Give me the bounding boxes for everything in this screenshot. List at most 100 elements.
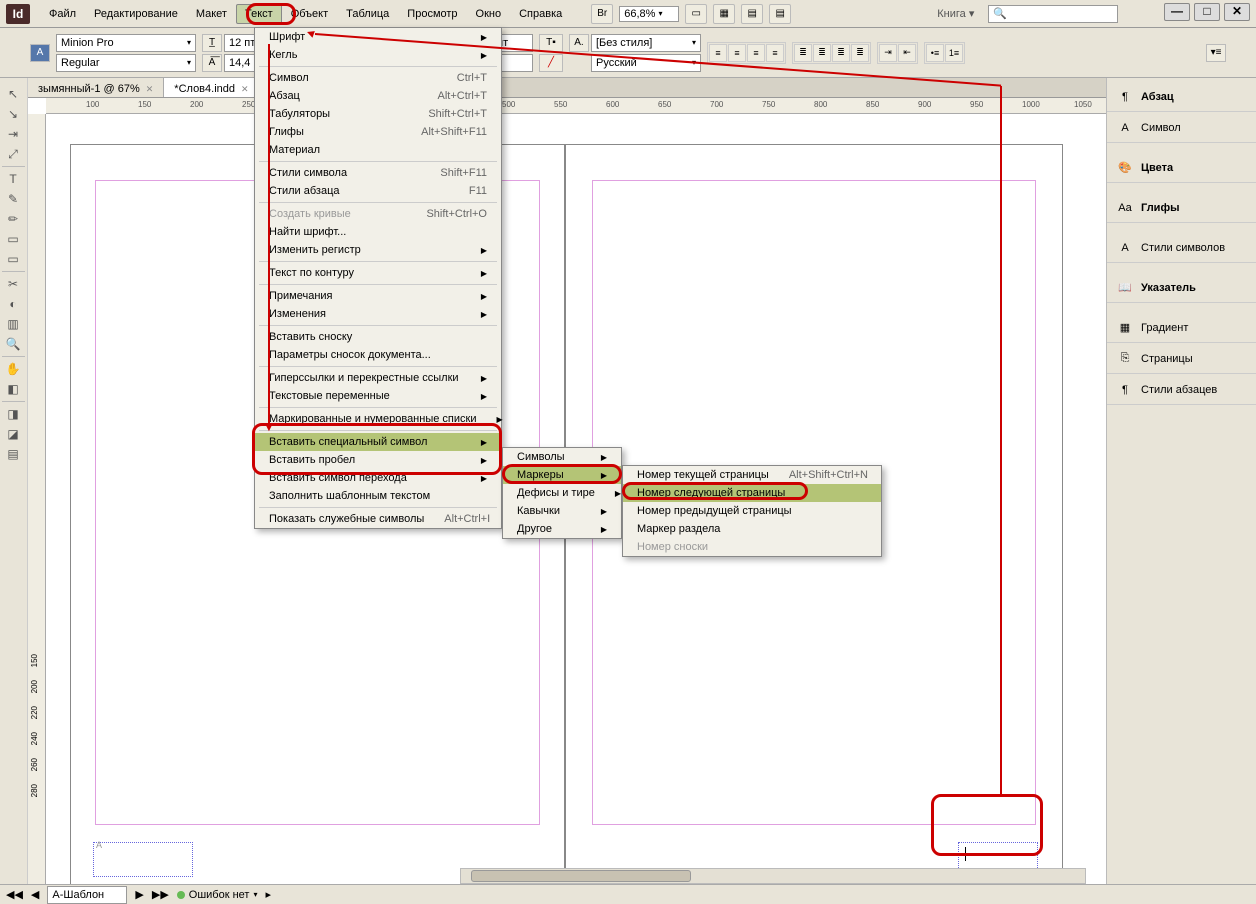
menu-item[interactable]: Символы▶ [503,448,621,466]
screen-mode-icon[interactable]: ▭ [685,4,707,24]
menu-текст[interactable]: Текст [236,4,282,24]
menu-файл[interactable]: Файл [40,4,85,24]
fill-icon[interactable]: T▪ [539,34,563,52]
menu-item[interactable]: Материал [255,141,501,159]
menu-item[interactable]: Номер текущей страницыAlt+Shift+Ctrl+N [623,466,881,484]
page-select[interactable]: А-Шаблон [47,886,127,904]
maximize-button[interactable]: □ [1194,3,1220,21]
panel-Абзац[interactable]: ¶Абзац [1107,82,1256,112]
menu-item[interactable]: Вставить сноску [255,328,501,346]
language-select[interactable]: Русский▾ [591,54,701,72]
menu-item[interactable]: АбзацAlt+Ctrl+T [255,87,501,105]
menu-объект[interactable]: Объект [282,4,337,24]
menu-item[interactable]: Параметры сносок документа... [255,346,501,364]
justify-buttons[interactable]: ≣≣≣≣ [792,42,871,64]
close-icon[interactable]: ✕ [146,84,154,95]
menu-item[interactable]: Изменить регистр▶ [255,241,501,259]
panel-Стили абзацев[interactable]: ¶Стили абзацев [1107,375,1256,405]
stroke-icon[interactable]: ╱ [539,54,563,72]
tool-button[interactable]: ⇥ [2,124,24,144]
menu-просмотр[interactable]: Просмотр [398,4,466,24]
menu-item[interactable]: Шрифт▶ [255,28,501,46]
menu-item[interactable]: СимволCtrl+T [255,69,501,87]
panel-Указатель[interactable]: 📖Указатель [1107,273,1256,303]
menu-item[interactable]: Заполнить шаблонным текстом [255,487,501,505]
page-nav-next1[interactable]: ▶ [135,888,143,901]
page-nav-next[interactable]: ▶▶ [152,888,169,901]
menu-item[interactable]: Кавычки▶ [503,502,621,520]
spacing-buttons[interactable]: ⇥⇤ [877,42,918,64]
menu-окно[interactable]: Окно [467,4,511,24]
tool-button[interactable]: ⤢ [2,144,24,164]
tool-button[interactable]: ✋ [2,359,24,379]
bridge-icon[interactable]: Br [591,4,613,24]
close-button[interactable]: ✕ [1224,3,1250,21]
tool-button[interactable]: ▤ [2,444,24,464]
panel-Символ[interactable]: AСимвол [1107,113,1256,143]
char-style-select[interactable]: [Без стиля]▾ [591,34,701,52]
menu-таблица[interactable]: Таблица [337,4,398,24]
document-tab[interactable]: *Слов4.indd✕ [164,78,259,97]
document-tab[interactable]: зымянный-1 @ 67%✕ [28,78,164,97]
menu-item[interactable]: Гиперссылки и перекрестные ссылки▶ [255,369,501,387]
search-input[interactable]: 🔍 [988,5,1118,23]
tool-button[interactable]: ◨ [2,404,24,424]
panel-Градиент[interactable]: ▦Градиент [1107,313,1256,343]
menu-item[interactable]: Найти шрифт... [255,223,501,241]
menu-item[interactable]: Маркированные и нумерованные списки▶ [255,410,501,428]
char-mode-icon[interactable]: A [30,44,50,62]
minimize-button[interactable]: — [1164,3,1190,21]
horizontal-scrollbar[interactable] [460,868,1086,884]
close-icon[interactable]: ✕ [241,84,249,95]
view-icon[interactable]: ▦ [713,4,735,24]
menu-item[interactable]: Показать служебные символыAlt+Ctrl+I [255,510,501,528]
tool-button[interactable]: 🔍 [2,334,24,354]
tool-button[interactable]: ↖ [2,84,24,104]
menu-item[interactable]: Вставить пробел▶ [255,451,501,469]
tool-button[interactable]: ✂ [2,274,24,294]
font-style-input[interactable]: Regular▾ [56,54,196,72]
tool-button[interactable]: ✏ [2,209,24,229]
menu-item[interactable]: Примечания▶ [255,287,501,305]
panel-Глифы[interactable]: AaГлифы [1107,193,1256,223]
text-box[interactable]: A [93,842,193,877]
zoom-select[interactable]: 66,8%▾ [619,6,679,22]
tool-button[interactable]: T [2,169,24,189]
menu-item[interactable]: Стили абзацаF11 [255,182,501,200]
status-menu-icon[interactable]: ▸ [265,888,271,901]
panel-Стили символов[interactable]: AСтили символов [1107,233,1256,263]
menu-макет[interactable]: Макет [187,4,236,24]
preflight-status[interactable]: Ошибок нет▾ [177,889,258,901]
align-buttons[interactable]: ≡≡≡≡ [707,42,786,64]
tool-button[interactable]: ◧ [2,379,24,399]
tool-button[interactable]: ✎ [2,189,24,209]
arrange-icon[interactable]: ▤ [741,4,763,24]
panel-Страницы[interactable]: ⎘Страницы [1107,344,1256,374]
list-buttons[interactable]: •≡1≡ [924,42,965,64]
tool-button[interactable]: ◐ [2,294,24,314]
arrange2-icon[interactable]: ▤ [769,4,791,24]
menu-справка[interactable]: Справка [510,4,571,24]
menu-item[interactable]: Вставить специальный символ▶ [255,433,501,451]
tool-button[interactable]: ↘ [2,104,24,124]
tool-button[interactable]: ◪ [2,424,24,444]
panel-Цвета[interactable]: 🎨Цвета [1107,153,1256,183]
menu-item[interactable]: Номер предыдущей страницы [623,502,881,520]
menu-item[interactable]: Маркер раздела [623,520,881,538]
page-nav-prev[interactable]: ◀◀ [6,888,23,901]
menu-item[interactable]: Вставить символ перехода▶ [255,469,501,487]
menu-item[interactable]: Другое▶ [503,520,621,538]
panel-menu-icon[interactable]: ▾≡ [1206,44,1226,62]
menu-item[interactable]: Стили символаShift+F11 [255,164,501,182]
menu-item[interactable]: Изменения▶ [255,305,501,323]
font-family-input[interactable]: Minion Pro▾ [56,34,196,52]
menu-item[interactable]: Текстовые переменные▶ [255,387,501,405]
menu-item[interactable]: ГлифыAlt+Shift+F11 [255,123,501,141]
tool-button[interactable]: ▭ [2,229,24,249]
workspace-label[interactable]: Книга ▾ [937,7,974,20]
menu-item[interactable]: Дефисы и тире▶ [503,484,621,502]
menu-редактирование[interactable]: Редактирование [85,4,187,24]
page-nav-prev1[interactable]: ◀ [31,888,39,901]
menu-item[interactable]: Номер следующей страницы [623,484,881,502]
menu-item[interactable]: Маркеры▶ [503,466,621,484]
